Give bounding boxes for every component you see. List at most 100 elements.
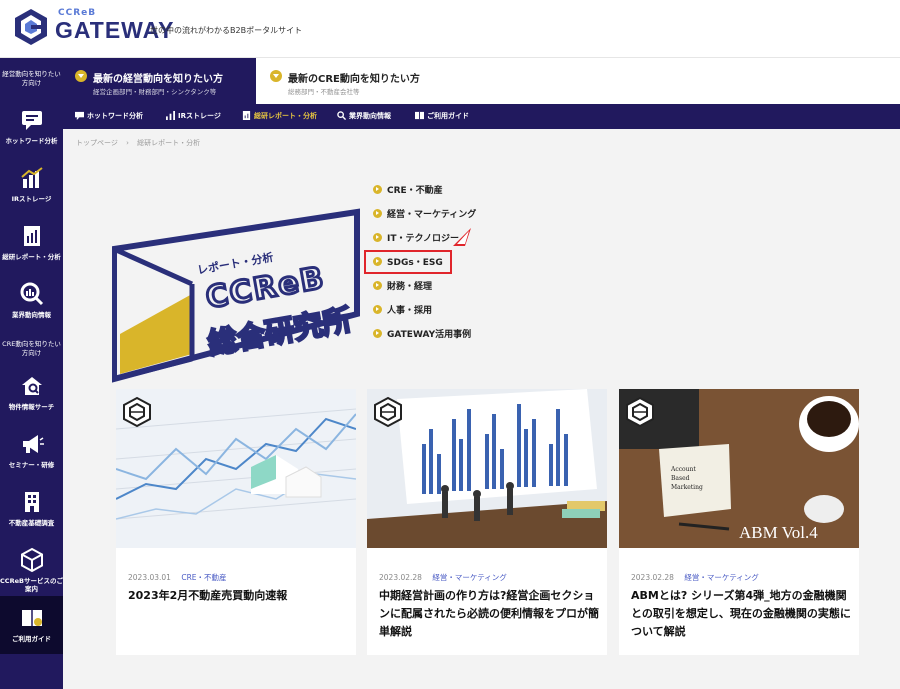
report-icon [242, 111, 251, 120]
arrow-right-icon [373, 185, 382, 194]
category-label: GATEWAY活用事例 [387, 330, 472, 340]
category-label: 財務・経理 [387, 282, 433, 292]
breadcrumb-separator: › [126, 139, 129, 147]
article-date: 2023.03.01 [128, 573, 171, 582]
nav-label: IRストレージ [178, 112, 221, 120]
article-thumbnail[interactable]: Account Based Marketing ABM Vol.4 [619, 389, 859, 548]
nav-label: 業界動向情報 [349, 112, 391, 120]
arrow-right-icon [373, 281, 382, 290]
sidebar: 経営動向を知りたい方向け ホットワード分析 IRストレージ 総研レポート・分析 … [0, 58, 63, 689]
category-cases[interactable]: GATEWAY活用事例 [373, 327, 533, 341]
article-meta: 2023.03.01 CRE・不動産 [128, 572, 227, 583]
tagline: 世の中の流れがわかるB2Bポータルサイト [150, 26, 303, 35]
breadcrumb-home[interactable]: トップページ [76, 139, 118, 147]
sidebar-item-guide[interactable]: ご利用ガイド [0, 596, 63, 654]
cube-badge-icon [374, 396, 402, 428]
pointer-arrow-icon [453, 228, 471, 246]
tab-title: 最新の経営動向を知りたい方 [93, 74, 223, 85]
tab-subtitle: 経営企画部門・財務部門・シンクタンク等 [93, 88, 217, 96]
sidebar-item-label: 業界動向情報 [12, 311, 51, 319]
sidebar-item-seminar[interactable]: セミナー・研修 [0, 422, 63, 480]
article-category[interactable]: CRE・不動産 [181, 573, 226, 582]
category-label: IT・テクノロジー [387, 234, 459, 244]
category-finance[interactable]: 財務・経理 [373, 279, 533, 293]
chat-icon [21, 111, 42, 130]
article-category[interactable]: 経営・マーケティング [432, 573, 506, 582]
search-icon [337, 111, 346, 120]
search-chart-icon [20, 282, 43, 306]
notepad-text: Account Based Marketing [671, 465, 703, 492]
highlight-box [364, 250, 452, 274]
sidebar-item-label: ホットワード分析 [5, 137, 58, 145]
article-title[interactable]: 中期経営計画の作り方は?経営企画セクションに配属されたら必読の便利情報をプロが簡… [379, 587, 601, 641]
bar-chart-icon [20, 167, 43, 188]
note-line: Account [671, 466, 696, 473]
category-cre[interactable]: CRE・不動産 [373, 183, 533, 197]
category-label: CRE・不動産 [387, 186, 443, 196]
sidebar-item-label: 総研レポート・分析 [2, 253, 61, 261]
chat-icon [75, 111, 84, 120]
sidebar-group-cre: CRE動向を知りたい方向け [2, 340, 61, 357]
hero-logo: レポート・分析 CCReB 総合研究所 [112, 208, 360, 383]
nav-report[interactable]: 総研レポート・分析 [242, 111, 317, 123]
article-thumbnail[interactable] [116, 389, 356, 548]
arrow-right-icon [373, 233, 382, 242]
sidebar-item-industry[interactable]: 業界動向情報 [0, 272, 63, 330]
sidebar-item-ir-storage[interactable]: IRストレージ [0, 156, 63, 214]
image-caption: ABM Vol.4 [739, 523, 818, 542]
tab-management[interactable]: 最新の経営動向を知りたい方 経営企画部門・財務部門・シンクタンク等 [63, 58, 256, 104]
nav-label: ホットワード分析 [87, 112, 143, 120]
article-title[interactable]: 2023年2月不動産売買動向速報 [128, 587, 350, 605]
sidebar-item-report[interactable]: 総研レポート・分析 [0, 214, 63, 272]
sidebar-item-hotword[interactable]: ホットワード分析 [0, 98, 63, 156]
article-meta: 2023.02.28 経営・マーケティング [631, 572, 759, 583]
note-line: Based [671, 475, 690, 482]
chevron-down-icon [75, 70, 87, 82]
article-thumbnail[interactable] [367, 389, 607, 548]
guide-book-icon [415, 111, 424, 120]
arrow-right-icon [373, 209, 382, 218]
tab-cre[interactable]: 最新のCRE動向を知りたい方 総務部門・不動産会社等 [256, 58, 900, 104]
article-card[interactable]: 2023.02.28 経営・マーケティング 中期経営計画の作り方は?経営企画セク… [367, 389, 607, 655]
cube-badge-icon [626, 396, 654, 428]
megaphone-icon [22, 435, 44, 453]
category-hr[interactable]: 人事・採用 [373, 303, 533, 317]
breadcrumb: トップページ › 総研レポート・分析 [76, 138, 200, 148]
article-date: 2023.02.28 [631, 573, 674, 582]
sidebar-item-label: ご利用ガイド [12, 635, 51, 643]
note-line: Marketing [671, 484, 703, 491]
article-category[interactable]: 経営・マーケティング [684, 573, 758, 582]
cube-badge-icon [123, 396, 151, 428]
house-search-icon [21, 377, 42, 395]
sidebar-item-label: セミナー・研修 [8, 461, 55, 469]
bar-chart-icon [166, 111, 175, 120]
arrow-right-icon [373, 329, 382, 338]
tab-title: 最新のCRE動向を知りたい方 [288, 74, 420, 85]
sidebar-group-management: 経営動向を知りたい方向け [2, 70, 61, 87]
nav-hotword[interactable]: ホットワード分析 [75, 111, 143, 123]
nav-ir-storage[interactable]: IRストレージ [166, 111, 221, 123]
sidebar-item-property-search[interactable]: 物件情報サーチ [0, 364, 63, 422]
breadcrumb-current: 総研レポート・分析 [137, 139, 201, 147]
sidebar-item-label: 物件情報サーチ [8, 403, 55, 411]
report-icon [23, 226, 40, 246]
article-meta: 2023.02.28 経営・マーケティング [379, 572, 507, 583]
main-nav: ホットワード分析 IRストレージ 総研レポート・分析 業界動向情報 ご利用ガイド [63, 104, 900, 129]
article-title[interactable]: ABMとは? シリーズ第4弾_地方の金融機関との取引を想定し、現在の金融機関の実… [631, 587, 853, 641]
nav-label: 総研レポート・分析 [254, 112, 317, 120]
sidebar-item-services[interactable]: CCReBサービスのご案内 [0, 538, 63, 596]
gateway-logo-icon[interactable] [14, 8, 48, 46]
sidebar-item-real-estate-survey[interactable]: 不動産基礎調査 [0, 480, 63, 538]
article-date: 2023.02.28 [379, 573, 422, 582]
category-label: 経営・マーケティング [387, 210, 477, 220]
article-card[interactable]: 2023.03.01 CRE・不動産 2023年2月不動産売買動向速報 [116, 389, 356, 655]
nav-guide[interactable]: ご利用ガイド [415, 111, 469, 123]
guide-book-icon [21, 610, 42, 626]
cube-icon [20, 547, 43, 573]
sidebar-item-label: 不動産基礎調査 [8, 519, 55, 527]
category-management[interactable]: 経営・マーケティング [373, 207, 533, 221]
arrow-right-icon [373, 305, 382, 314]
nav-industry[interactable]: 業界動向情報 [337, 111, 391, 123]
article-card[interactable]: Account Based Marketing ABM Vol.4 2023.0… [619, 389, 859, 655]
building-icon [24, 492, 39, 512]
